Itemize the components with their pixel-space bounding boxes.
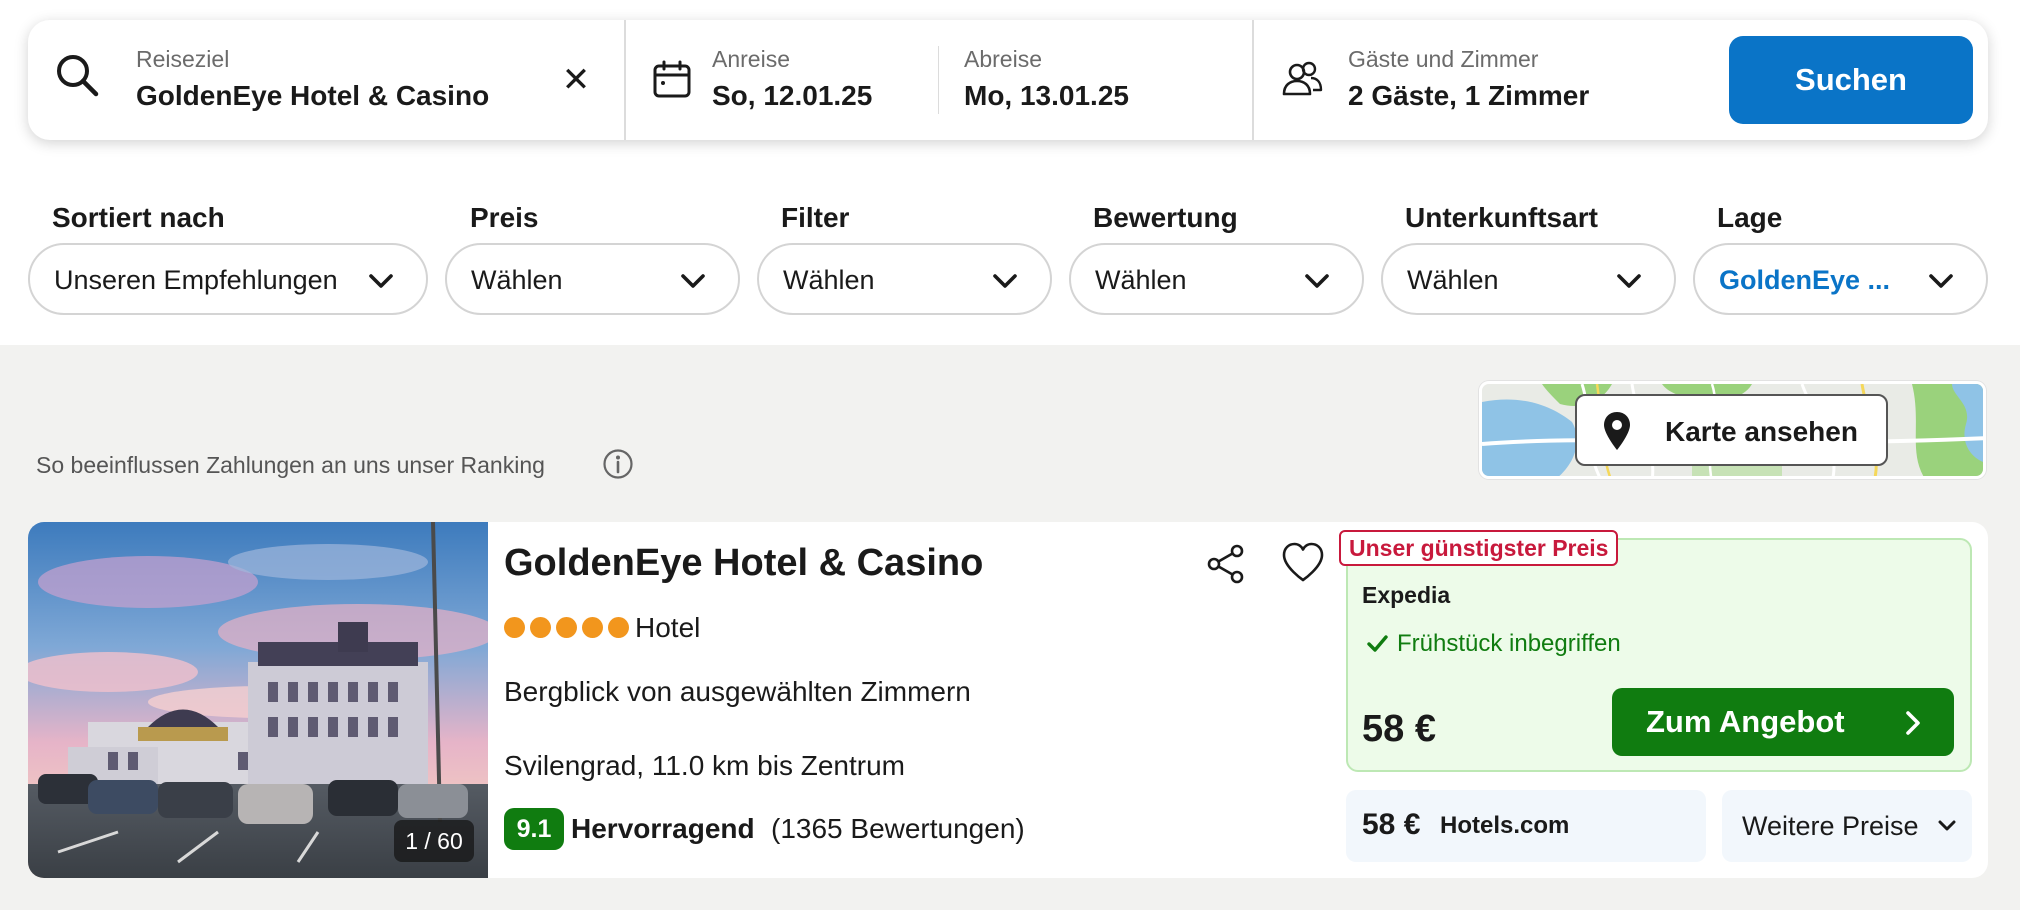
divider <box>1252 20 1254 140</box>
view-deal-label: Zum Angebot <box>1646 704 1845 739</box>
view-map-label: Karte ansehen <box>1665 416 1858 447</box>
alt-offer[interactable]: 58 € Hotels.com <box>1346 790 1706 862</box>
offer-provider: Expedia <box>1362 582 1451 608</box>
guests-label: Gäste und Zimmer <box>1348 46 1539 72</box>
hotel-result-card: 1 / 60 GoldenEye Hotel & Casino Hotel Be… <box>28 522 1988 878</box>
divider <box>938 46 939 114</box>
calendar-icon <box>653 60 691 98</box>
filter-label-location: Lage <box>1717 202 1783 233</box>
search-icon <box>57 55 99 97</box>
property-type-dropdown[interactable]: Wählen <box>1381 243 1676 315</box>
star-rating <box>504 617 629 638</box>
search-bar: Reiseziel GoldenEye Hotel & Casino ✕ Anr… <box>28 20 1988 140</box>
map-pin-icon <box>1604 412 1630 450</box>
chevron-down-icon <box>681 274 705 288</box>
star-dot <box>582 617 603 638</box>
star-dot <box>504 617 525 638</box>
rating-score-badge: 9.1 <box>504 808 564 850</box>
review-count-link[interactable]: (1365 Bewertungen) <box>771 813 1025 845</box>
checkin-value: So, 12.01.25 <box>712 80 873 111</box>
guests-icon <box>1282 61 1323 96</box>
share-icon[interactable] <box>1204 542 1248 586</box>
checkin-field[interactable]: Anreise So, 12.01.25 <box>712 20 962 140</box>
rating-dropdown[interactable]: Wählen <box>1069 243 1364 315</box>
filter-label-rating: Bewertung <box>1093 202 1238 233</box>
hotel-location: Svilengrad, 11.0 km bis Zentrum <box>504 750 905 781</box>
alt-offer-price: 58 € <box>1362 808 1421 841</box>
rating-label: Hervorragend <box>571 813 755 844</box>
filter-label-sort: Sortiert nach <box>52 202 225 233</box>
sort-value: Unseren Empfehlungen <box>54 265 338 295</box>
destination-value: GoldenEye Hotel & Casino <box>136 80 490 111</box>
filter-value: Wählen <box>783 265 875 295</box>
chevron-down-icon <box>1617 274 1641 288</box>
info-icon[interactable] <box>602 448 634 480</box>
destination-label: Reiseziel <box>136 46 230 72</box>
chevron-down-icon <box>1938 820 1956 831</box>
star-dot <box>608 617 629 638</box>
location-dropdown[interactable]: GoldenEye ... <box>1693 243 1988 315</box>
star-dot <box>556 617 577 638</box>
breakfast-included: Frühstück inbegriffen <box>1397 630 1621 657</box>
price-dropdown[interactable]: Wählen <box>445 243 740 315</box>
guests-value: 2 Gäste, 1 Zimmer <box>1348 80 1590 111</box>
view-deal-button[interactable]: Zum Angebot <box>1612 688 1954 756</box>
check-icon <box>1367 635 1388 652</box>
filter-label-price: Preis <box>470 202 539 233</box>
chevron-down-icon <box>1929 274 1953 288</box>
checkout-field[interactable]: Abreise Mo, 13.01.25 <box>964 20 1264 140</box>
chevron-right-icon <box>1906 711 1920 735</box>
more-prices-button[interactable]: Weitere Preise <box>1722 790 1972 862</box>
view-map-button[interactable]: Karte ansehen <box>1575 394 1888 466</box>
checkout-value: Mo, 13.01.25 <box>964 80 1129 111</box>
favorite-heart-icon[interactable] <box>1280 540 1326 586</box>
sort-dropdown[interactable]: Unseren Empfehlungen <box>28 243 428 315</box>
filter-label-filter: Filter <box>781 202 850 233</box>
hotel-type: Hotel <box>635 612 701 643</box>
filter-label-property-type: Unterkunftsart <box>1405 202 1598 233</box>
price-value: Wählen <box>471 265 563 295</box>
filter-dropdown[interactable]: Wählen <box>757 243 1052 315</box>
offer-price: 58 € <box>1362 708 1436 750</box>
alt-offer-provider: Hotels.com <box>1440 812 1570 839</box>
guests-field[interactable]: Gäste und Zimmer 2 Gäste, 1 Zimmer <box>1348 20 1708 140</box>
rating-value: Wählen <box>1095 265 1187 295</box>
location-value: GoldenEye ... <box>1719 265 1891 295</box>
clear-destination-button[interactable]: ✕ <box>556 60 596 100</box>
checkout-label: Abreise <box>964 46 1042 72</box>
chevron-down-icon <box>1305 274 1329 288</box>
chevron-down-icon <box>369 274 393 288</box>
photo-counter: 1 / 60 <box>394 820 474 862</box>
hotel-feature: Bergblick von ausgewählten Zimmern <box>504 676 971 707</box>
ranking-note-link[interactable]: So beeinflussen Zahlungen an uns unser R… <box>36 452 545 479</box>
cheapest-price-badge: Unser günstigster Preis <box>1339 530 1619 566</box>
star-dot <box>530 617 551 638</box>
divider <box>624 20 626 140</box>
chevron-down-icon <box>993 274 1017 288</box>
search-button[interactable]: Suchen <box>1729 36 1973 124</box>
top-panel: Reiseziel GoldenEye Hotel & Casino ✕ Anr… <box>0 0 2020 345</box>
more-prices-label: Weitere Preise <box>1742 811 1919 841</box>
checkin-label: Anreise <box>712 46 790 72</box>
destination-field[interactable]: Reiseziel GoldenEye Hotel & Casino <box>112 20 542 140</box>
property-type-value: Wählen <box>1407 265 1499 295</box>
hotel-name-link[interactable]: GoldenEye Hotel & Casino <box>504 542 983 585</box>
